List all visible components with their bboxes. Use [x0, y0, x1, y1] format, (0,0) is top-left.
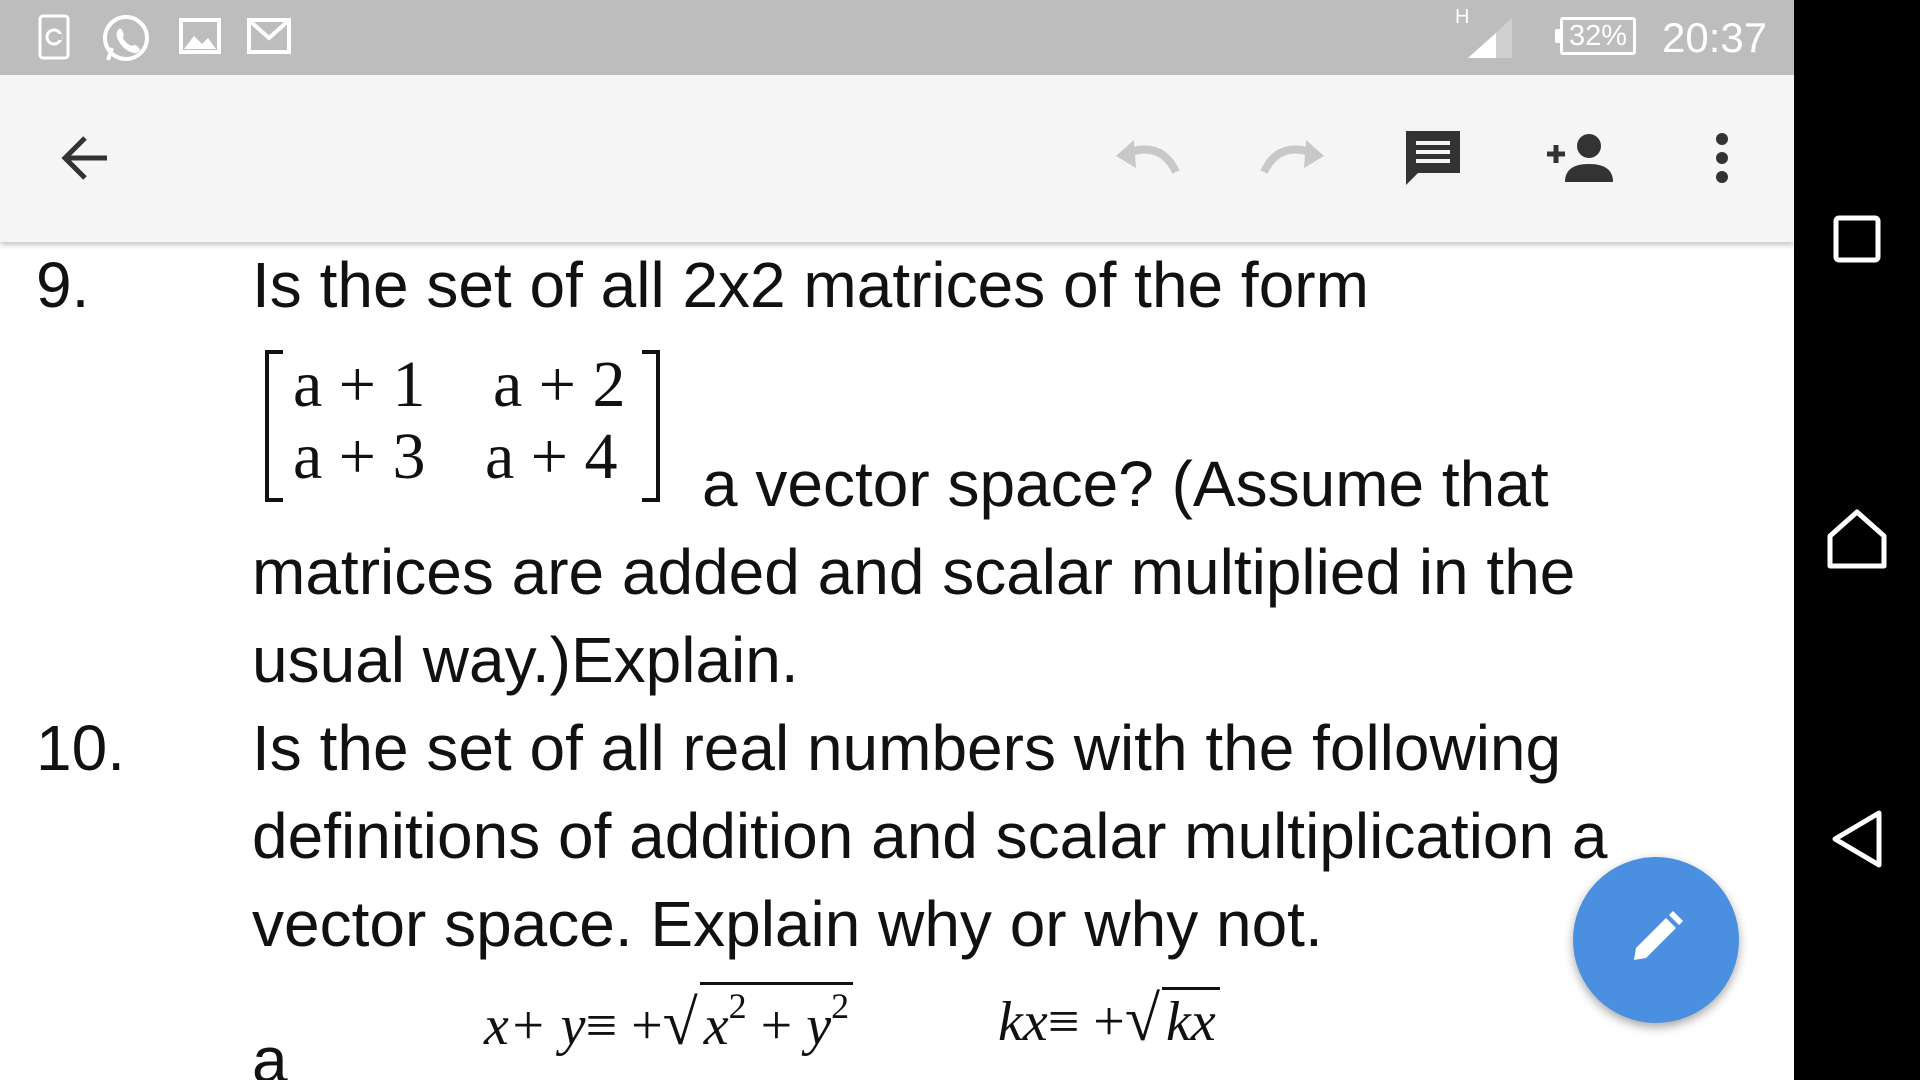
more-options-button[interactable]: [1687, 125, 1757, 195]
question-10-line-2: definitions of addition and scalar multi…: [252, 800, 1608, 872]
recents-icon: [1832, 214, 1882, 269]
home-icon: [1826, 508, 1888, 575]
matrix-cell-r1c2: a + 2: [493, 348, 626, 421]
recents-button[interactable]: [1819, 203, 1895, 279]
radicand-x: x: [703, 995, 729, 1057]
addition-formula-lhs: x+ y: [484, 995, 586, 1057]
comment-button[interactable]: [1398, 125, 1468, 195]
exponent-y: 2: [831, 986, 850, 1026]
navigation-bar: [1794, 0, 1920, 1080]
question-9-line-4: usual way.)Explain.: [252, 624, 799, 696]
sqrt-sign: √: [1124, 983, 1161, 1054]
scalar-formula-op: ≡ +: [1047, 991, 1125, 1053]
add-person-button[interactable]: [1540, 125, 1616, 195]
matrix-cell-r2c2: a + 4: [485, 420, 618, 493]
edit-fab[interactable]: [1573, 857, 1739, 1023]
back-button[interactable]: [50, 125, 120, 195]
home-button[interactable]: [1819, 503, 1895, 579]
question-10-line-1: Is the set of all real numbers with the …: [252, 712, 1562, 784]
redo-icon: [1260, 138, 1328, 183]
question-10-sub-label: a: [252, 1024, 288, 1080]
addition-radicand: x2 + y2: [699, 982, 854, 1058]
signal-icon: [1466, 16, 1514, 65]
document-view[interactable]: 9. Is the set of all 2x2 matrices of the…: [0, 242, 1794, 1080]
add-person-icon: [1543, 132, 1613, 189]
edit-pencil-icon: [1628, 910, 1684, 971]
back-icon: [1829, 809, 1885, 874]
comment-icon: [1402, 127, 1464, 194]
scalar-formula: kx≡ +√ kx: [998, 982, 1220, 1056]
matrix: a + 1 a + 2 a + 3 a + 4: [265, 348, 660, 502]
scalar-formula-lhs: kx: [998, 991, 1048, 1053]
sqrt-sign: √: [662, 987, 698, 1058]
question-9-line-1: Is the set of all 2x2 matrices of the fo…: [252, 249, 1369, 321]
addition-formula: x+ y≡ +√ x2 + y2: [484, 982, 854, 1060]
matrix-left-bracket: [265, 350, 283, 502]
question-10-number: 10.: [36, 712, 125, 784]
undo-icon: [1112, 138, 1180, 183]
matrix-right-bracket: [642, 350, 660, 502]
status-bar: H 32% 20:37: [0, 0, 1794, 75]
back-arrow-icon: [59, 134, 111, 187]
scalar-radicand: kx: [1162, 987, 1220, 1054]
addition-formula-op: ≡ +: [585, 995, 663, 1057]
undo-button[interactable]: [1108, 125, 1184, 195]
question-10-line-3: vector space. Explain why or why not.: [252, 888, 1323, 960]
question-9-line-3: matrices are added and scalar multiplied…: [252, 536, 1576, 608]
matrix-cell-r2c1: a + 3: [293, 420, 426, 493]
radicand-plus: +: [746, 995, 807, 1057]
app-toolbar: [0, 75, 1794, 242]
question-9-number: 9.: [36, 249, 90, 321]
radicand-y: y: [806, 995, 832, 1057]
cast-icon: [38, 14, 70, 65]
gallery-icon: [178, 14, 222, 63]
clock: 20:37: [1662, 14, 1768, 61]
whatsapp-icon: [100, 14, 152, 69]
more-vert-icon: [1712, 132, 1732, 189]
matrix-cell-r1c1: a + 1: [293, 348, 426, 421]
battery-indicator: 32%: [1555, 17, 1636, 55]
question-9-line-2: a vector space? (Assume that: [702, 448, 1549, 520]
exponent-x: 2: [728, 986, 747, 1026]
gmail-icon: [246, 14, 292, 63]
redo-button[interactable]: [1256, 125, 1332, 195]
nav-back-button[interactable]: [1819, 803, 1895, 879]
